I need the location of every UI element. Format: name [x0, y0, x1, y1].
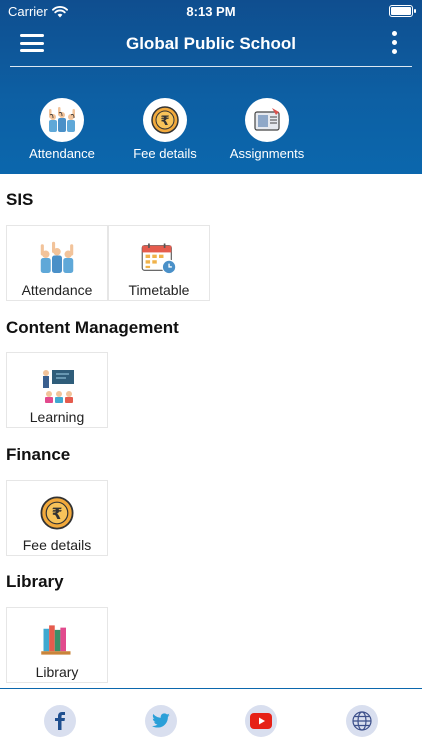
header-divider — [10, 66, 412, 67]
more-options-icon[interactable] — [390, 31, 398, 57]
tile-timetable[interactable]: Timetable — [108, 225, 210, 301]
tile-label: Learning — [29, 409, 85, 425]
app-screen: Carrier 8:13 PM Global Public School Att… — [0, 0, 422, 750]
quick-action-label: Fee details — [133, 146, 197, 161]
section-title-finance: Finance — [6, 445, 71, 464]
tile-learning[interactable]: Learning — [6, 352, 108, 428]
page-title: Global Public School — [125, 34, 297, 53]
quick-action-label: Attendance — [29, 146, 95, 161]
tile-library[interactable]: Library — [6, 607, 108, 683]
globe-icon[interactable] — [346, 705, 378, 737]
battery-icon — [389, 5, 416, 17]
quick-action-label: Assignments — [229, 146, 305, 161]
classroom-icon — [7, 367, 107, 403]
rupee-coin-icon: ₹ — [143, 98, 187, 142]
assignment-icon — [245, 98, 289, 142]
svg-text:₹: ₹ — [160, 114, 169, 129]
tile-label: Fee details — [22, 537, 92, 553]
tile-label: Library — [35, 664, 79, 680]
raised-hands-icon — [7, 240, 107, 276]
tile-label: Timetable — [128, 282, 190, 298]
quick-action-attendance[interactable]: Attendance — [9, 98, 115, 161]
svg-text:₹: ₹ — [52, 505, 63, 523]
youtube-icon[interactable] — [245, 705, 277, 737]
status-bar: Carrier 8:13 PM — [0, 0, 422, 24]
social-bar — [0, 688, 422, 750]
status-time: 8:13 PM — [186, 4, 236, 19]
tile-fee-details[interactable]: ₹ Fee details — [6, 480, 108, 556]
twitter-icon[interactable] — [145, 705, 177, 737]
section-title-library: Library — [6, 572, 64, 591]
rupee-coin-icon: ₹ — [7, 495, 107, 531]
section-title-content-management: Content Management — [6, 318, 179, 337]
quick-action-fee-details[interactable]: ₹ Fee details — [112, 98, 218, 161]
calendar-clock-icon — [109, 240, 209, 276]
facebook-icon[interactable] — [44, 705, 76, 737]
books-icon — [7, 622, 107, 658]
section-title-sis: SIS — [6, 190, 34, 209]
quick-action-assignments[interactable]: Assignments — [214, 98, 320, 161]
header: Carrier 8:13 PM Global Public School Att… — [0, 0, 422, 174]
app-bar: Global Public School — [0, 26, 422, 64]
tile-attendance[interactable]: Attendance — [6, 225, 108, 301]
tile-label: Attendance — [21, 282, 93, 298]
raised-hands-icon — [40, 98, 84, 142]
